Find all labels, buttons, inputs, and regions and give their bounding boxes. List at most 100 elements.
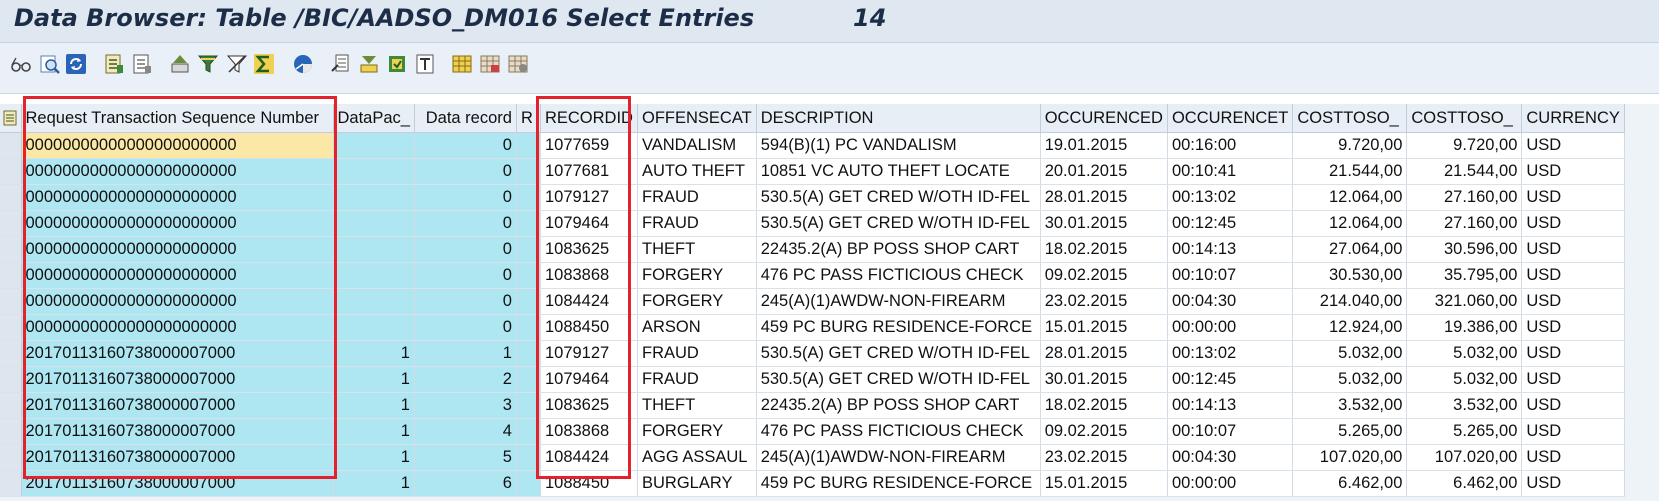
table-cell[interactable]: 21.544,00 xyxy=(1406,158,1523,185)
table-cell[interactable]: FORGERY xyxy=(637,288,757,315)
table-cell[interactable]: USD xyxy=(1521,418,1625,445)
table-cell[interactable]: 00:13:02 xyxy=(1167,340,1294,367)
table-cell[interactable]: USD xyxy=(1521,392,1625,419)
table-cell[interactable]: THEFT xyxy=(637,236,757,263)
table-cell[interactable] xyxy=(516,236,541,263)
table-cell[interactable] xyxy=(516,444,541,471)
table-cell[interactable]: 00:10:07 xyxy=(1167,262,1294,289)
table-cell[interactable]: 476 PC PASS FICTICIOUS CHECK xyxy=(756,418,1041,445)
table-cell[interactable]: 476 PC PASS FICTICIOUS CHECK xyxy=(756,262,1041,289)
table-cell[interactable]: 00:00:00 xyxy=(1167,470,1294,497)
table-cell[interactable] xyxy=(516,158,541,185)
table-cell[interactable]: VANDALISM xyxy=(637,132,757,159)
table-cell[interactable]: 00:14:13 xyxy=(1167,236,1294,263)
layout-choose-icon[interactable] xyxy=(451,53,473,75)
select-all-icon[interactable] xyxy=(0,104,22,133)
table-cell[interactable]: 21.544,00 xyxy=(1292,158,1408,185)
table-cell[interactable]: 1083625 xyxy=(540,236,638,263)
check-table-icon[interactable] xyxy=(103,53,125,75)
column-header[interactable]: CURRENCY xyxy=(1521,104,1625,133)
layout-save-icon[interactable] xyxy=(479,53,501,75)
table-cell[interactable]: 107.020,00 xyxy=(1406,444,1523,471)
table-cell[interactable]: 9.720,00 xyxy=(1406,132,1523,159)
detail-view-icon[interactable] xyxy=(39,53,61,75)
table-cell[interactable]: 0 xyxy=(414,158,517,185)
table-cell[interactable]: 0 xyxy=(414,288,517,315)
table-cell[interactable] xyxy=(516,262,541,289)
table-cell[interactable]: 15.01.2015 xyxy=(1040,314,1168,341)
table-cell[interactable]: 1077659 xyxy=(540,132,638,159)
column-header[interactable]: RECORDID xyxy=(540,104,638,133)
table-cell[interactable] xyxy=(516,314,541,341)
column-header[interactable]: OCCURENCED xyxy=(1040,104,1168,133)
column-header[interactable]: OCCURENCET xyxy=(1167,104,1294,133)
table-cell[interactable]: 00:14:13 xyxy=(1167,392,1294,419)
table-cell[interactable]: BURGLARY xyxy=(637,470,757,497)
table-cell[interactable]: 1088450 xyxy=(540,470,638,497)
table-cell[interactable] xyxy=(333,236,415,263)
table-cell[interactable] xyxy=(333,288,415,315)
table-cell[interactable]: USD xyxy=(1521,262,1625,289)
table-cell[interactable]: 00:04:30 xyxy=(1167,444,1294,471)
table-cell[interactable]: 1083868 xyxy=(540,262,638,289)
table-cell[interactable]: 00000000000000000000000 xyxy=(21,236,334,263)
table-row[interactable]: 00000000000000000000000 0 1083625 THEFT 2243… xyxy=(0,236,1625,263)
row-selector[interactable] xyxy=(0,470,22,497)
table-cell[interactable]: FRAUD xyxy=(637,184,757,211)
abc-analysis-icon[interactable] xyxy=(292,53,314,75)
table-cell[interactable] xyxy=(333,184,415,211)
table-cell[interactable]: 3 xyxy=(414,392,517,419)
table-cell[interactable]: 09.02.2015 xyxy=(1040,418,1168,445)
column-header[interactable]: DESCRIPTION xyxy=(756,104,1041,133)
table-cell[interactable]: 00000000000000000000000 xyxy=(21,314,334,341)
table-cell[interactable]: 1088450 xyxy=(540,314,638,341)
table-cell[interactable]: 5.265,00 xyxy=(1292,418,1408,445)
table-row[interactable]: 00000000000000000000000 0 1079127 FRAUD 530.… xyxy=(0,184,1625,211)
table-cell[interactable]: ARSON xyxy=(637,314,757,341)
table-cell[interactable]: 12.064,00 xyxy=(1292,210,1408,237)
table-cell[interactable]: 1083868 xyxy=(540,418,638,445)
table-cell[interactable]: 530.5(A) GET CRED W/OTH ID-FEL xyxy=(756,210,1041,237)
table-cell[interactable]: AGG ASSAUL xyxy=(637,444,757,471)
table-cell[interactable]: 22435.2(A) BP POSS SHOP CART xyxy=(756,392,1041,419)
table-cell[interactable] xyxy=(516,132,541,159)
row-selector[interactable] xyxy=(0,444,22,471)
table-row[interactable]: 00000000000000000000000 0 1077659 VANDALISM… xyxy=(0,132,1625,159)
table-cell[interactable]: 1 xyxy=(333,444,415,471)
table-cell[interactable]: USD xyxy=(1521,340,1625,367)
glasses-icon[interactable] xyxy=(10,53,32,75)
table-cell[interactable]: 20170113160738000007000 xyxy=(21,392,334,419)
table-cell[interactable]: 20170113160738000007000 xyxy=(21,470,334,497)
row-selector[interactable] xyxy=(0,314,22,341)
local-file-icon[interactable] xyxy=(386,53,408,75)
table-cell[interactable]: 1077681 xyxy=(540,158,638,185)
table-cell[interactable]: 459 PC BURG RESIDENCE-FORCE xyxy=(756,314,1041,341)
table-cell[interactable]: 594(B)(1) PC VANDALISM xyxy=(756,132,1041,159)
table-row[interactable]: 20170113160738000007000 1 3 1083625 THEFT 224… xyxy=(0,392,1625,419)
table-cell[interactable]: 1079127 xyxy=(540,184,638,211)
table-cell[interactable]: 09.02.2015 xyxy=(1040,262,1168,289)
row-selector[interactable] xyxy=(0,184,22,211)
table-cell[interactable] xyxy=(516,366,541,393)
table-cell[interactable]: 00000000000000000000000 xyxy=(21,132,334,159)
table-cell[interactable]: USD xyxy=(1521,366,1625,393)
table-cell[interactable]: 00:10:41 xyxy=(1167,158,1294,185)
table-cell[interactable]: 20170113160738000007000 xyxy=(21,366,334,393)
table-cell[interactable]: 4 xyxy=(414,418,517,445)
table-cell[interactable]: 245(A)(1)AWDW-NON-FIREARM xyxy=(756,288,1041,315)
table-cell[interactable]: 1 xyxy=(333,366,415,393)
column-header[interactable]: DataPac_ xyxy=(333,104,415,133)
table-cell[interactable]: 27.160,00 xyxy=(1406,184,1523,211)
column-header[interactable]: OFFENSECAT xyxy=(637,104,757,133)
table-cell[interactable]: 0 xyxy=(414,262,517,289)
column-header[interactable]: Request Transaction Sequence Number xyxy=(21,104,334,133)
column-header[interactable]: Data record xyxy=(414,104,517,133)
table-cell[interactable] xyxy=(516,184,541,211)
table-cell[interactable]: 1 xyxy=(333,418,415,445)
table-cell[interactable]: 00:10:07 xyxy=(1167,418,1294,445)
table-cell[interactable] xyxy=(516,288,541,315)
table-cell[interactable]: 30.596,00 xyxy=(1406,236,1523,263)
table-cell[interactable]: 18.02.2015 xyxy=(1040,392,1168,419)
table-cell[interactable]: 12.064,00 xyxy=(1292,184,1408,211)
table-cell[interactable] xyxy=(516,340,541,367)
